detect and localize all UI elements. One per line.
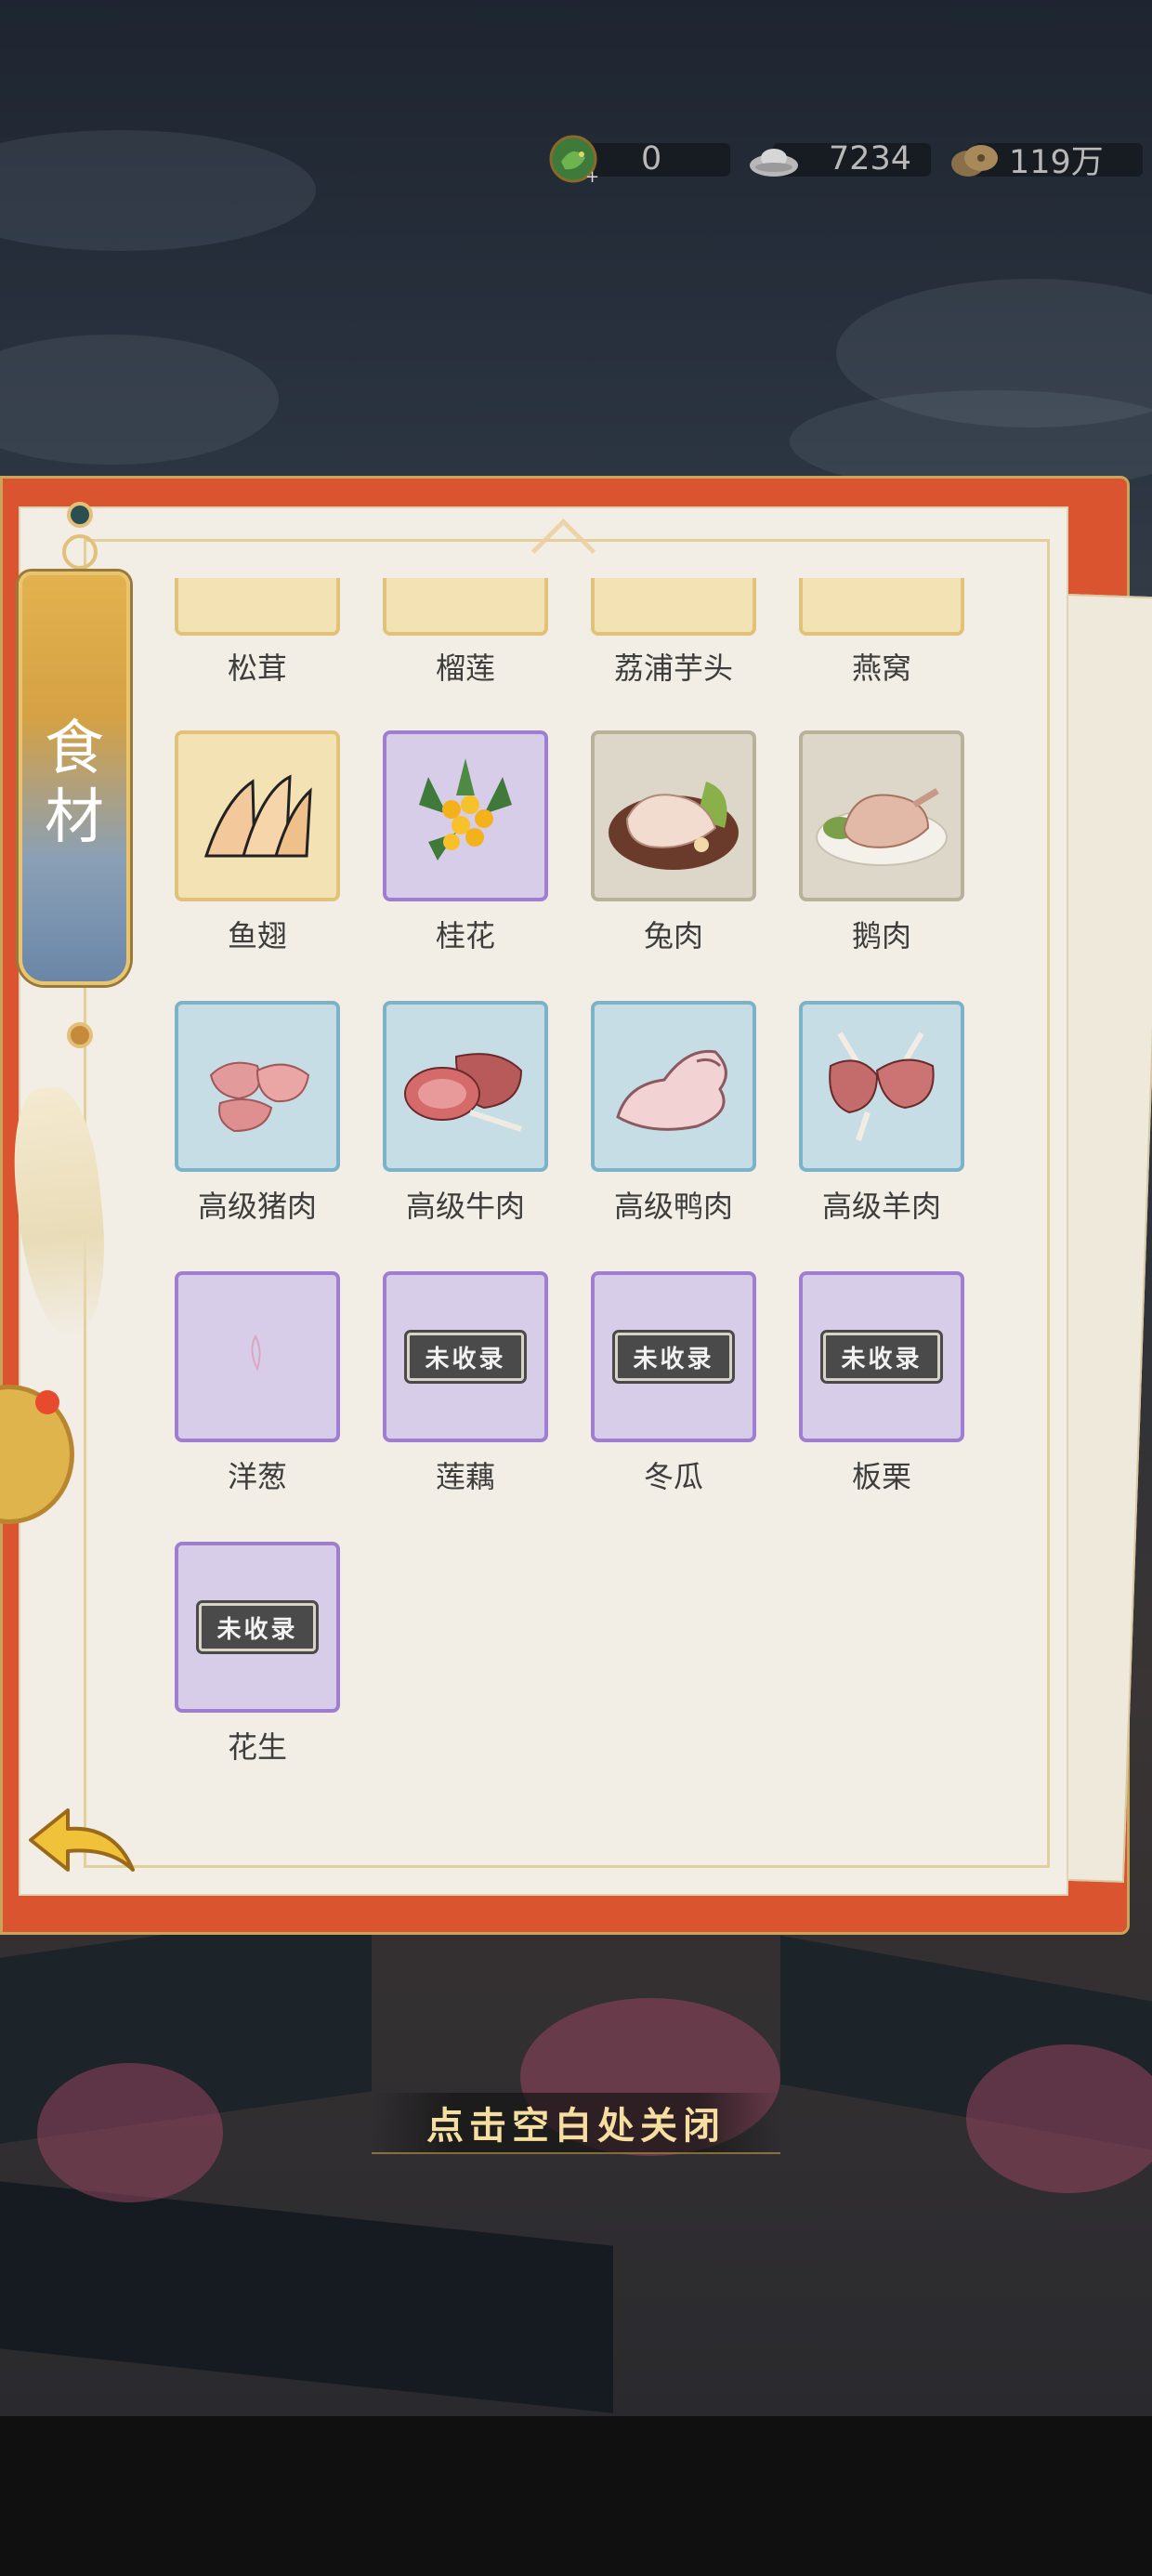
ingredient-card[interactable]: 高级猪肉 xyxy=(175,1001,340,1226)
not-collected-badge: 未收录 xyxy=(407,1333,524,1381)
ingredient-card[interactable]: 未收录 冬瓜 xyxy=(591,1271,756,1496)
ingredient-name: 榴莲 xyxy=(435,651,495,686)
close-hint: 点击空白处关闭 xyxy=(372,2093,780,2154)
ingredient-name: 洋葱 xyxy=(227,1459,287,1494)
empty-slot-icon xyxy=(229,1332,285,1382)
goose-meat-icon xyxy=(812,754,951,878)
ingredient-tile: 未收录 xyxy=(383,1271,548,1442)
ingredient-tile xyxy=(383,578,548,636)
ingredient-card[interactable]: 高级牛肉 xyxy=(383,1001,548,1226)
ingredient-tile xyxy=(591,578,756,636)
cherry-blossom-tree xyxy=(966,2044,1152,2193)
osmanthus-icon xyxy=(400,749,530,883)
copper-coins-icon xyxy=(946,130,1003,188)
jade-dragon-icon: + xyxy=(544,130,602,188)
ingredient-name: 高级牛肉 xyxy=(405,1189,525,1224)
rooftop xyxy=(0,2177,613,2413)
ingredient-tile: 未收录 xyxy=(799,1271,964,1442)
back-arrow-icon xyxy=(26,1808,137,1881)
ingredient-card[interactable]: 荔浦芋头 xyxy=(591,578,756,688)
jade-currency[interactable]: + 0 xyxy=(544,130,730,188)
ingredient-tile xyxy=(175,1271,340,1442)
copper-value: 119万 xyxy=(1009,143,1104,181)
bottom-bar xyxy=(0,2416,1152,2576)
ingredient-card[interactable]: 松茸 xyxy=(175,578,340,688)
tab-ingredients[interactable]: 食材 xyxy=(19,572,130,985)
notification-dot xyxy=(35,1390,59,1414)
pork-icon xyxy=(192,1029,322,1144)
shark-fin-icon xyxy=(197,763,318,869)
ingredient-card[interactable]: 未收录 板栗 xyxy=(799,1271,964,1496)
ingredient-name: 冬瓜 xyxy=(643,1459,703,1494)
ingredient-tile: 未收录 xyxy=(591,1271,756,1442)
ribbon-ring-icon xyxy=(62,534,98,570)
ingredient-name: 高级鸭肉 xyxy=(613,1189,733,1224)
ingredient-name: 兔肉 xyxy=(643,918,703,953)
ingredient-tile xyxy=(799,1001,964,1172)
cherry-blossom-tree xyxy=(37,2063,223,2202)
ingredient-tile xyxy=(175,578,340,636)
lamb-chop-icon xyxy=(812,1024,951,1149)
rabbit-meat-icon xyxy=(604,754,743,878)
ingredient-name: 松茸 xyxy=(227,651,287,686)
not-collected-badge: 未收录 xyxy=(823,1333,940,1381)
tab-label: 食材 xyxy=(45,715,104,852)
ingredient-name: 莲藕 xyxy=(435,1459,495,1494)
jade-value: 0 xyxy=(641,140,662,177)
cloud xyxy=(0,335,279,465)
ingredient-card[interactable]: 洋葱 xyxy=(175,1271,340,1496)
ingredient-name: 板栗 xyxy=(851,1459,911,1494)
silver-currency[interactable]: 7234 xyxy=(745,130,931,188)
ingredient-card[interactable]: 榴莲 xyxy=(383,578,548,688)
ingredient-card[interactable]: 兔肉 xyxy=(591,730,756,955)
ingredient-tile xyxy=(799,578,964,636)
ingredient-card[interactable]: 未收录 花生 xyxy=(175,1542,340,1767)
cloud xyxy=(0,130,316,251)
ribbon-knot-icon xyxy=(67,502,93,528)
ingredient-name: 鹅肉 xyxy=(851,918,911,953)
ingredient-card[interactable]: 高级鸭肉 xyxy=(591,1001,756,1226)
copper-currency[interactable]: 119万 xyxy=(946,130,1143,188)
ingredient-card[interactable]: 燕窝 xyxy=(799,578,964,688)
silver-ingot-icon xyxy=(745,130,803,188)
ingredient-name: 高级猪肉 xyxy=(197,1189,317,1224)
ingredient-name: 荔浦芋头 xyxy=(613,651,733,686)
ingredient-name: 桂花 xyxy=(435,918,495,953)
ingredient-card[interactable]: 未收录 莲藕 xyxy=(383,1271,548,1496)
ingredient-name: 花生 xyxy=(227,1729,287,1765)
ingredient-name: 燕窝 xyxy=(851,651,911,686)
ingredient-tile xyxy=(799,730,964,901)
ingredient-card[interactable]: 鱼翅 xyxy=(175,730,340,955)
silver-value: 7234 xyxy=(829,140,912,177)
ingredient-tile xyxy=(591,1001,756,1172)
ingredient-tile: 未收录 xyxy=(175,1542,340,1713)
duck-icon xyxy=(604,1029,743,1144)
not-collected-badge: 未收录 xyxy=(615,1333,732,1381)
ingredient-card[interactable]: 鹅肉 xyxy=(799,730,964,955)
ingredient-name: 高级羊肉 xyxy=(821,1189,941,1224)
back-button[interactable] xyxy=(26,1803,137,1877)
ingredient-card[interactable]: 高级羊肉 xyxy=(799,1001,964,1226)
not-collected-badge: 未收录 xyxy=(199,1603,316,1651)
ingredient-name: 鱼翅 xyxy=(227,918,287,953)
ingredient-card[interactable]: 桂花 xyxy=(383,730,548,955)
ribbon-charm-icon xyxy=(67,1022,93,1048)
ingredient-tile xyxy=(175,730,340,901)
ingredient-tile xyxy=(591,730,756,901)
ingredient-tile xyxy=(175,1001,340,1172)
beef-icon xyxy=(396,1029,535,1144)
svg-text:+: + xyxy=(585,167,599,187)
ingredient-tile xyxy=(383,1001,548,1172)
ingredient-tile xyxy=(383,730,548,901)
